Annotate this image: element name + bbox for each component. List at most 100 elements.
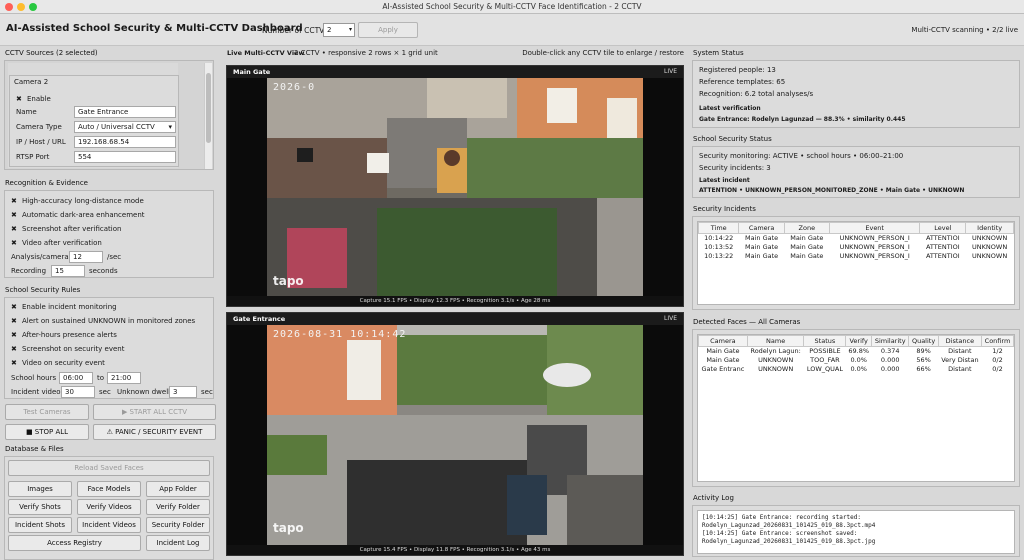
recording-field[interactable]: 15	[51, 265, 85, 277]
rule-option-1[interactable]: ✖ Enable incident monitoring	[11, 303, 117, 311]
rule-option-5[interactable]: ✖ Video on security event	[11, 359, 105, 367]
incident-shots-button[interactable]: Incident Shots	[8, 517, 72, 533]
ip-field[interactable]: 192.168.68.54	[74, 136, 176, 148]
tapo-watermark: tapo	[273, 521, 304, 535]
reload-saved-faces-button[interactable]: Reload Saved Faces	[8, 460, 210, 476]
registered-people: Registered people: 13	[699, 66, 776, 74]
table-cell: Main Gate	[744, 234, 779, 243]
faces-column-header[interactable]: Similarity	[871, 335, 910, 347]
database-files-box: Reload Saved Faces Images Face Models Ap…	[4, 456, 214, 560]
app-folder-button[interactable]: App Folder	[146, 481, 210, 497]
center-panel: Live Multi-CCTV View 2 CCTV • responsive…	[222, 46, 688, 560]
cctv-tile-gate-entrance[interactable]: Gate Entrance LIVE 2026-08-31 10:14:42 ta…	[226, 312, 684, 556]
table-cell: ATTENTIOI	[925, 252, 960, 260]
rules-title: School Security Rules	[5, 286, 81, 294]
table-row[interactable]: 10:14:22 Main Gate Main Gate UNKNOWN_PERSON…	[699, 234, 1014, 243]
faces-column-header[interactable]: Confirm	[980, 335, 1015, 347]
table-cell: UNKNOWN_PERSON_I	[839, 243, 910, 251]
stop-all-button[interactable]: ■ STOP ALL	[5, 424, 89, 440]
incident-video-field[interactable]: 30	[61, 386, 95, 398]
scrollbar-thumb[interactable]	[206, 73, 211, 143]
camera-type-select[interactable]: Auto / Universal CCTV ▾	[74, 121, 176, 133]
table-cell: 10:13:52	[704, 243, 734, 251]
tile-camera-name: Main Gate	[233, 68, 271, 76]
table-cell: UNKNOWN_PERSON_I	[839, 252, 910, 260]
faces-table[interactable]: Camera Name Status Verify Similarity Quality D…	[697, 334, 1015, 482]
table-cell: TOO_FAR	[810, 356, 840, 364]
incidents-table[interactable]: Time Camera Zone Event Level Identity 10:14:2…	[697, 221, 1015, 305]
minimize-window-button[interactable]	[17, 3, 25, 11]
verify-shots-button[interactable]: Verify Shots	[8, 499, 72, 515]
rule-option-3[interactable]: ✖ After-hours presence alerts	[11, 331, 117, 339]
rec-option-4[interactable]: ✖ Video after verification	[11, 239, 102, 247]
latest-verification-label: Latest verification	[699, 105, 761, 112]
table-row[interactable]: Main Gate Rodelyn Lagun: POSSIBLE 69.8% 0.37…	[699, 347, 1014, 356]
faces-column-header[interactable]: Status	[803, 335, 847, 347]
recording-unit: seconds	[89, 267, 118, 275]
faces-column-header[interactable]: Quality	[908, 335, 939, 347]
unknown-dwell-field[interactable]: 3	[169, 386, 197, 398]
cctv-count-select[interactable]: 2 ▾	[323, 23, 355, 37]
images-button[interactable]: Images	[8, 481, 72, 497]
apply-button[interactable]: Apply	[358, 22, 418, 38]
start-all-cctv-button[interactable]: ▶ START ALL CCTV	[93, 404, 216, 420]
faces-column-header[interactable]: Name	[746, 335, 805, 347]
zoom-window-button[interactable]	[29, 3, 37, 11]
face-models-button[interactable]: Face Models	[77, 481, 141, 497]
incident-videos-button[interactable]: Incident Videos	[77, 517, 141, 533]
camera-name-field[interactable]: Gate Entrance	[74, 106, 176, 118]
sources-scrollbar[interactable]	[204, 63, 212, 169]
incidents-column-header[interactable]: Level	[919, 222, 967, 234]
incidents-column-header[interactable]: Camera	[738, 222, 785, 234]
panic-security-event-button[interactable]: ⚠ PANIC / SECURITY EVENT	[93, 424, 216, 440]
hours-to-field[interactable]: 21:00	[107, 372, 141, 384]
rule-option-label: Video on security event	[22, 359, 105, 367]
table-cell: Rodelyn Lagun:	[750, 347, 801, 356]
incident-log-button[interactable]: Incident Log	[146, 535, 210, 551]
verify-videos-button[interactable]: Verify Videos	[77, 499, 141, 515]
table-cell: Distant	[948, 365, 972, 373]
table-row[interactable]: 10:13:52 Main Gate Main Gate UNKNOWN_PERSON…	[699, 243, 1014, 252]
window-title: AI-Assisted School Security & Multi-CCTV…	[382, 2, 642, 11]
rec-option-2[interactable]: ✖ Automatic dark-area enhancement	[11, 211, 145, 219]
cctv-tile-main-gate[interactable]: Main Gate LIVE 2026-0 tapo Capture 15.1 …	[226, 65, 684, 307]
window-controls[interactable]	[5, 3, 37, 11]
rec-option-3[interactable]: ✖ Screenshot after verification	[11, 225, 121, 233]
gate-entrance-feed[interactable]: 2026-08-31 10:14:42 tapo	[267, 325, 643, 547]
security-folder-button[interactable]: Security Folder	[146, 517, 210, 533]
verify-folder-button[interactable]: Verify Folder	[146, 499, 210, 515]
main-gate-feed[interactable]: 2026-0 tapo	[267, 78, 643, 298]
enable-checkbox[interactable]: ✖ Enable	[16, 95, 51, 103]
incidents-column-header[interactable]: Event	[828, 222, 921, 234]
table-cell: 66%	[916, 365, 931, 373]
access-registry-button[interactable]: Access Registry	[8, 535, 141, 551]
activity-log-title: Activity Log	[693, 494, 734, 502]
rtsp-port-field[interactable]: 554	[74, 151, 176, 163]
gate-entrance-timestamp: 2026-08-31 10:14:42	[273, 329, 407, 340]
table-row[interactable]: Main Gate UNKNOWN TOO_FAR 0.0% 0.000 56% Very …	[699, 356, 1014, 365]
close-window-button[interactable]	[5, 3, 13, 11]
rule-option-4[interactable]: ✖ Screenshot on security event	[11, 345, 124, 353]
faces-column-header[interactable]: Camera	[698, 335, 748, 347]
faces-column-header[interactable]: Distance	[937, 335, 982, 347]
analysis-label: Analysis/camera	[11, 253, 69, 261]
activity-log[interactable]: [10:14:25] Gate Entrance: recording star…	[697, 510, 1015, 554]
table-cell: Main Gate	[790, 252, 824, 260]
faces-column-header[interactable]: Verify	[845, 335, 873, 347]
camera-type-label: Camera Type	[16, 123, 62, 131]
faces-header-row: Camera Name Status Verify Similarity Quality D…	[698, 335, 1015, 347]
table-row[interactable]: 10:13:22 Main Gate Main Gate UNKNOWN_PERSON…	[699, 252, 1014, 261]
rule-option-2[interactable]: ✖ Alert on sustained UNKNOWN in monitored…	[11, 317, 195, 325]
analysis-field[interactable]: 12	[69, 251, 103, 263]
table-cell: Main Gate	[744, 252, 779, 260]
live-view-hint: Double-click any CCTV tile to enlarge / …	[522, 49, 684, 57]
incidents-column-header[interactable]: Zone	[783, 222, 830, 234]
table-row[interactable]: Gate Entranc UNKNOWN LOW_QUAL 0.0% 0.000 66% D…	[699, 365, 1014, 374]
incidents-column-header[interactable]: Identity	[965, 222, 1014, 234]
test-cameras-button[interactable]: Test Cameras	[5, 404, 89, 420]
checkbox-checked-icon: ✖	[11, 359, 17, 367]
table-cell: POSSIBLE	[809, 347, 841, 356]
rec-option-1[interactable]: ✖ High-accuracy long-distance mode	[11, 197, 144, 205]
incidents-column-header[interactable]: Time	[697, 222, 740, 234]
hours-from-field[interactable]: 06:00	[59, 372, 93, 384]
